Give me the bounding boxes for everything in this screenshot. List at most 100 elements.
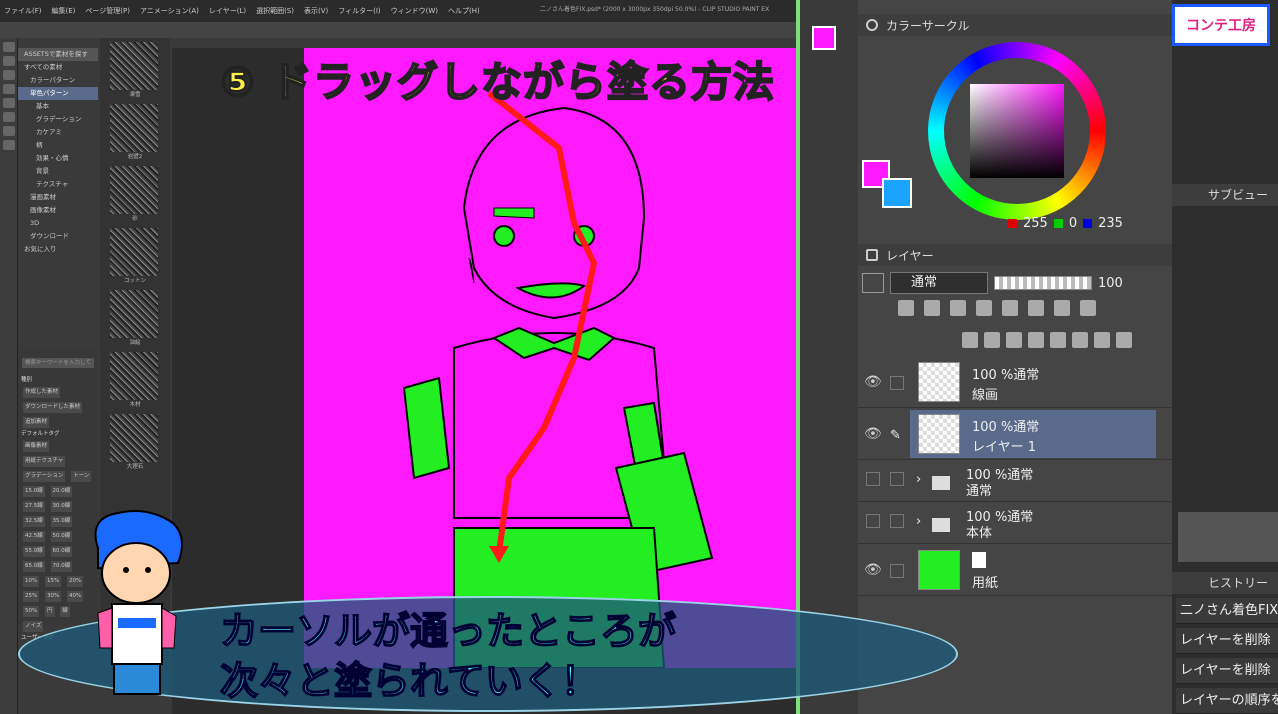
tag[interactable]: 線 <box>60 606 70 617</box>
tool-icon[interactable] <box>3 84 15 94</box>
tool-icon[interactable] <box>3 70 15 80</box>
visibility-box[interactable] <box>866 514 880 528</box>
tool-icon[interactable] <box>3 126 15 136</box>
tag[interactable]: 30% <box>44 591 62 602</box>
layer-content[interactable]: 100 %通常 レイヤー 1 <box>910 410 1156 458</box>
tag[interactable]: ダウンロードした素材 <box>23 402 83 413</box>
transfer-down-icon[interactable] <box>1028 332 1044 348</box>
tag[interactable]: 50.0線 <box>50 531 73 542</box>
menu-animation[interactable]: アニメーション(A) <box>140 6 199 16</box>
layer-row-selected[interactable]: 👁 ✎ 100 %通常 レイヤー 1 <box>858 408 1172 460</box>
menu-layer[interactable]: レイヤー(L) <box>209 6 246 16</box>
mask-icon[interactable] <box>1028 300 1044 316</box>
blend-mode-select[interactable]: 通常 <box>890 272 988 294</box>
tag[interactable]: 65.0線 <box>23 561 45 572</box>
layer-check[interactable] <box>890 514 904 528</box>
tag[interactable]: 60.0線 <box>50 546 73 557</box>
tree-item[interactable]: 背景 <box>18 165 98 178</box>
trash-icon[interactable] <box>1116 332 1132 348</box>
tag[interactable]: 30.0線 <box>50 501 73 512</box>
assets-button[interactable]: ASSETSで素材を探す <box>18 48 98 61</box>
tree-item[interactable]: 画像素材 <box>18 204 98 217</box>
chevron-right-icon[interactable]: › <box>916 472 921 487</box>
saturation-value-square[interactable] <box>970 84 1064 178</box>
tag[interactable]: 画像素材 <box>23 441 50 452</box>
layer-row[interactable]: 👁 100 %通常 線画 <box>858 356 1172 408</box>
tool-icon[interactable] <box>3 98 15 108</box>
tag[interactable]: 55.0線 <box>23 546 45 557</box>
tag[interactable]: 27.5線 <box>23 501 45 512</box>
tree-item[interactable]: 基本 <box>18 100 98 113</box>
opacity-value[interactable]: 100 <box>1098 276 1123 291</box>
layer-content[interactable]: 100 %通常 線画 <box>910 358 1156 406</box>
tag[interactable]: 35.0線 <box>50 516 73 527</box>
material-thumb[interactable] <box>110 414 158 462</box>
subview-tool[interactable] <box>1178 512 1278 562</box>
layer-mask-icon[interactable] <box>1072 332 1088 348</box>
document-tabs[interactable] <box>172 38 796 48</box>
opacity-slider[interactable] <box>994 276 1092 290</box>
history-row[interactable]: レイヤーを削除 <box>1176 628 1278 654</box>
tool-icon[interactable] <box>3 112 15 122</box>
eye-icon[interactable]: 👁 <box>864 374 882 390</box>
menu-window[interactable]: ウィンドウ(W) <box>391 6 438 16</box>
material-thumb[interactable] <box>110 290 158 338</box>
layer-row[interactable]: › 100 %通常 通常 <box>858 460 1172 502</box>
tool-icon[interactable] <box>3 42 15 52</box>
tag[interactable]: 作成した素材 <box>23 387 61 398</box>
tree-item[interactable]: カケアミ <box>18 126 98 139</box>
reference-icon[interactable] <box>924 300 940 316</box>
new-raster-layer-icon[interactable] <box>962 332 978 348</box>
menu-help[interactable]: ヘルプ(H) <box>448 6 480 16</box>
layer-row[interactable]: › 100 %通常 本体 <box>858 502 1172 544</box>
new-folder-icon[interactable] <box>1006 332 1022 348</box>
tag[interactable]: 円 <box>44 606 55 617</box>
tag[interactable]: 32.5線 <box>23 516 45 527</box>
menu-edit[interactable]: 編集(E) <box>52 6 76 16</box>
tag[interactable]: 20.0線 <box>50 486 73 497</box>
tag[interactable]: トーン <box>71 471 92 482</box>
tag[interactable]: 用紙テクスチャ <box>23 456 66 467</box>
tree-item-selected[interactable]: 単色パターン <box>18 87 98 100</box>
search-input[interactable]: 検索キーワードを入力して <box>22 358 94 368</box>
tag[interactable]: 10% <box>23 576 40 587</box>
lock-transparent-icon[interactable] <box>1002 300 1018 316</box>
tree-item[interactable]: グラデーション <box>18 113 98 126</box>
menu-filter[interactable]: フィルター(I) <box>338 6 380 16</box>
history-row[interactable]: レイヤーを削除 <box>1176 658 1278 684</box>
eye-icon[interactable]: 👁 <box>864 562 882 578</box>
tree-item[interactable]: すべての素材 <box>18 61 98 74</box>
tree-item[interactable]: カラーパターン <box>18 74 98 87</box>
ruler-icon[interactable] <box>1054 300 1070 316</box>
layer-color-button[interactable] <box>862 273 884 293</box>
tag[interactable]: 追加素材 <box>23 417 50 428</box>
layer-check[interactable] <box>890 472 904 486</box>
visibility-box[interactable] <box>866 472 880 486</box>
mini-color-swatch[interactable] <box>812 26 836 50</box>
history-row[interactable]: 二ノさん着色FIX <box>1176 598 1278 624</box>
tag[interactable]: 70.0線 <box>50 561 73 572</box>
chevron-right-icon[interactable]: › <box>916 514 921 529</box>
layer-content[interactable]: 用紙 <box>910 546 1156 594</box>
layer-row[interactable]: 👁 用紙 <box>858 544 1172 596</box>
eye-icon[interactable]: 👁 <box>864 426 882 442</box>
material-thumb[interactable] <box>110 228 158 276</box>
tag[interactable]: 15.0線 <box>23 486 45 497</box>
drawing-canvas[interactable] <box>304 48 796 668</box>
menu-view[interactable]: 表示(V) <box>304 6 328 16</box>
tree-item[interactable]: 3D <box>18 217 98 230</box>
tag[interactable]: 25% <box>23 591 40 602</box>
layer-color-icon[interactable] <box>1080 300 1096 316</box>
tree-item[interactable]: ダウンロード <box>18 230 98 243</box>
lock-icon[interactable] <box>976 300 992 316</box>
tree-item[interactable]: 漫画素材 <box>18 191 98 204</box>
merge-down-icon[interactable] <box>1050 332 1066 348</box>
menu-selection[interactable]: 選択範囲(S) <box>256 6 294 16</box>
tool-icon[interactable] <box>3 56 15 66</box>
tag[interactable]: 15% <box>44 576 62 587</box>
layer-content[interactable]: › 100 %通常 通常 <box>910 462 1156 500</box>
apply-mask-icon[interactable] <box>1094 332 1110 348</box>
layer-check[interactable] <box>890 376 904 390</box>
new-vector-layer-icon[interactable] <box>984 332 1000 348</box>
menu-file[interactable]: ファイル(F) <box>4 6 42 16</box>
